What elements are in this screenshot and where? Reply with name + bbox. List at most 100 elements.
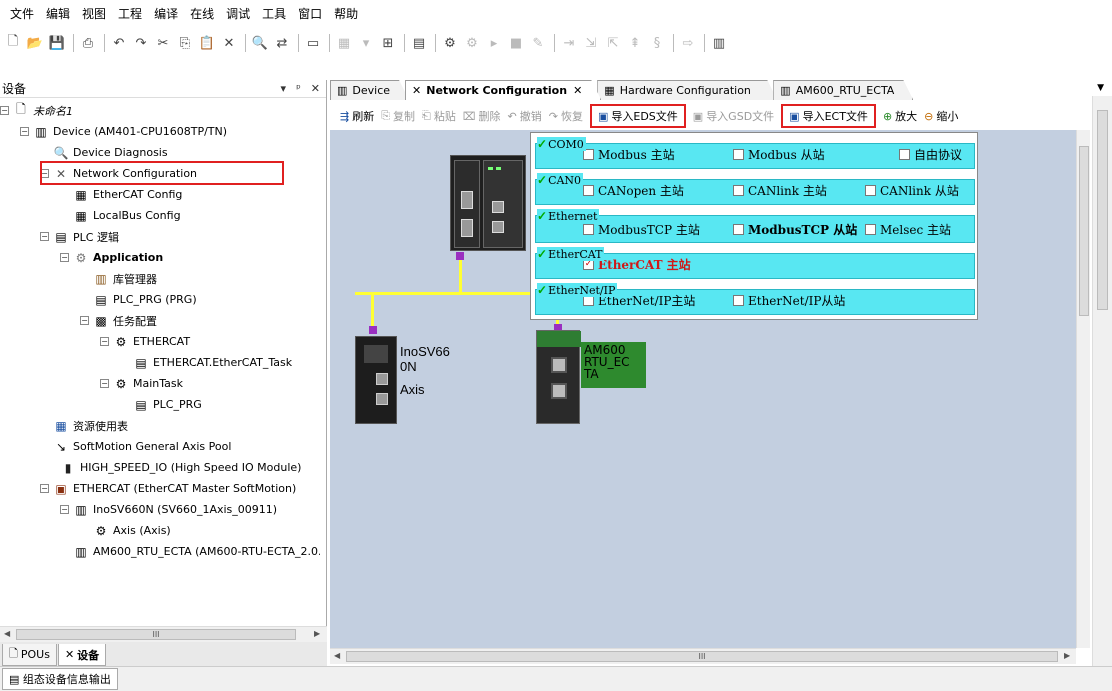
tree-node-device-diagnosis[interactable]: 🔍 Device Diagnosis bbox=[53, 142, 168, 163]
menu-project[interactable]: 工程 bbox=[112, 0, 148, 28]
tab-list-dropdown-icon[interactable]: ▼ bbox=[1097, 83, 1104, 93]
option-canlink-slave[interactable]: CANlink 从站 bbox=[865, 182, 959, 199]
tree-node-axis[interactable]: ⚙ Axis (Axis) bbox=[93, 520, 171, 541]
find-icon[interactable]: 🔍 bbox=[250, 33, 270, 53]
rtu-device[interactable] bbox=[536, 330, 581, 424]
insert-icon[interactable]: ▦ bbox=[334, 33, 354, 53]
option-free-protocol[interactable]: 自由协议 bbox=[899, 146, 962, 163]
paste-icon[interactable]: 📋 bbox=[197, 33, 217, 53]
pane-dropdown-icon[interactable]: ▾ bbox=[281, 82, 287, 95]
option-modbustcp-slave[interactable]: ModbusTCP 从站 bbox=[733, 221, 857, 238]
tree-node-resource-table[interactable]: ▦ 资源使用表 bbox=[53, 415, 128, 436]
checkbox[interactable] bbox=[733, 295, 744, 306]
network-canvas[interactable]: InoSV66 0N Axis AM600 RTU_EC TA ✓ COM0 Mo… bbox=[330, 130, 1076, 648]
checkbox[interactable] bbox=[733, 185, 744, 196]
option-ethernet-ip-slave[interactable]: EtherNet/IP从站 bbox=[733, 292, 845, 309]
tree-node-library-manager[interactable]: ▥ 库管理器 bbox=[93, 268, 157, 289]
checkbox[interactable] bbox=[733, 149, 744, 160]
checkbox[interactable] bbox=[865, 185, 876, 196]
scroll-right-icon[interactable]: ▶ bbox=[1064, 651, 1070, 660]
tree-node-localbus-config[interactable]: ▦ LocalBus Config bbox=[73, 205, 180, 226]
collapse-icon[interactable]: − bbox=[0, 106, 9, 115]
open-project-icon[interactable]: 📂 bbox=[25, 33, 45, 53]
checkbox[interactable] bbox=[583, 185, 594, 196]
tree-node-am600-rtu[interactable]: ▥ AM600_RTU_ECTA (AM600-RTU-ECTA_2.0.6.0… bbox=[73, 541, 320, 562]
tree-node-project[interactable]: − 🗋 未命名1 bbox=[0, 100, 73, 121]
tree-node-ethercat-task-call[interactable]: ▤ ETHERCAT.EtherCAT_Task bbox=[133, 352, 292, 373]
tree-node-high-speed-io[interactable]: ▮ HIGH_SPEED_IO (High Speed IO Module) bbox=[60, 457, 302, 478]
tree-node-task-config[interactable]: − ▩ 任务配置 bbox=[80, 310, 157, 331]
option-canopen-master[interactable]: CANopen 主站 bbox=[583, 182, 684, 199]
menu-build[interactable]: 编译 bbox=[148, 0, 184, 28]
step-over-icon[interactable]: ⇥ bbox=[559, 33, 579, 53]
tree-node-ethercat-config[interactable]: ▦ EtherCAT Config bbox=[73, 184, 182, 205]
tab-am600-rtu-ecta[interactable]: ▥ AM600_RTU_ECTA bbox=[773, 80, 913, 100]
import-eds-button[interactable]: ▣ 导入EDS文件 bbox=[589, 104, 686, 128]
option-modbustcp-master[interactable]: ModbusTCP 主站 bbox=[583, 221, 700, 238]
step-out-icon[interactable]: ⇱ bbox=[603, 33, 623, 53]
tree-node-ethercat-master[interactable]: − ▣ ETHERCAT (EtherCAT Master SoftMotion… bbox=[40, 478, 296, 499]
cut-icon[interactable]: ✂ bbox=[153, 33, 173, 53]
pointer-icon[interactable]: ⇨ bbox=[678, 33, 698, 53]
option-canlink-master[interactable]: CANlink 主站 bbox=[733, 182, 827, 199]
tree-node-maintask-call[interactable]: ▤ PLC_PRG bbox=[133, 394, 201, 415]
tab-device[interactable]: ▥ Device bbox=[330, 80, 409, 100]
menu-edit[interactable]: 编辑 bbox=[40, 0, 76, 28]
checkbox[interactable] bbox=[583, 224, 594, 235]
window-icon[interactable]: ▭ bbox=[303, 33, 323, 53]
tree-node-maintask[interactable]: − ⚙ MainTask bbox=[100, 373, 183, 394]
tab-network-configuration[interactable]: ✕ Network Configuration ✕ bbox=[405, 80, 601, 100]
redo-button[interactable]: ↷ 恢复 bbox=[549, 108, 583, 124]
import-gsd-button[interactable]: ▣ 导入GSD文件 bbox=[693, 108, 774, 124]
tree-node-inosv660n[interactable]: − ▥ InoSV660N (SV660_1Axis_00911) bbox=[60, 499, 277, 520]
new-project-icon[interactable]: 🗋 bbox=[3, 33, 23, 53]
stop-icon[interactable]: ■ bbox=[506, 33, 526, 53]
collapse-icon[interactable]: − bbox=[100, 379, 109, 388]
dropdown-icon[interactable]: ▾ bbox=[356, 33, 376, 53]
collapse-icon[interactable]: − bbox=[100, 337, 109, 346]
scroll-thumb[interactable] bbox=[1097, 110, 1108, 310]
menu-window[interactable]: 窗口 bbox=[292, 0, 328, 28]
tab-pous[interactable]: 🗋 POUs bbox=[2, 644, 57, 666]
servo-drive-device[interactable] bbox=[355, 336, 397, 424]
logout-icon[interactable]: ⚙ bbox=[462, 33, 482, 53]
option-modbus-master[interactable]: Modbus 主站 bbox=[583, 146, 675, 163]
collapse-icon[interactable]: − bbox=[20, 127, 29, 136]
canvas-vertical-scrollbar[interactable] bbox=[1076, 130, 1090, 648]
pin-icon[interactable]: ᵖ bbox=[296, 82, 301, 95]
scroll-right-icon[interactable]: ▶ bbox=[314, 629, 320, 638]
menu-tools[interactable]: 工具 bbox=[256, 0, 292, 28]
reset-icon[interactable]: ✎ bbox=[528, 33, 548, 53]
collapse-icon[interactable]: − bbox=[40, 232, 49, 241]
scroll-thumb[interactable]: III bbox=[346, 651, 1058, 662]
undo-button[interactable]: ↶ 撤销 bbox=[508, 108, 542, 124]
import-ect-button[interactable]: ▣ 导入ECT文件 bbox=[781, 104, 876, 128]
tree-node-application[interactable]: − ⚙ Application bbox=[60, 247, 163, 268]
save-icon[interactable]: 💾 bbox=[47, 33, 67, 53]
close-pane-icon[interactable]: ✕ bbox=[311, 82, 320, 95]
close-tab-icon[interactable]: ✕ bbox=[573, 84, 582, 97]
zoom-out-button[interactable]: ⊖ 缩小 bbox=[924, 108, 958, 124]
delete-icon[interactable]: ✕ bbox=[219, 33, 239, 53]
add-object-icon[interactable]: ⊞ bbox=[378, 33, 398, 53]
refresh-button[interactable]: ⇶ 刷新 bbox=[340, 108, 374, 124]
watch-icon[interactable]: § bbox=[647, 33, 667, 53]
build-icon[interactable]: ▤ bbox=[409, 33, 429, 53]
menu-view[interactable]: 视图 bbox=[76, 0, 112, 28]
collapse-icon[interactable]: − bbox=[60, 253, 69, 262]
tab-hardware-configuration[interactable]: ▦ Hardware Configuration bbox=[597, 80, 777, 100]
menu-help[interactable]: 帮助 bbox=[328, 0, 364, 28]
tree-node-plc-prg[interactable]: ▤ PLC_PRG (PRG) bbox=[93, 289, 196, 310]
tree-node-axis-pool[interactable]: ↘ SoftMotion General Axis Pool bbox=[53, 436, 231, 457]
undo-icon[interactable]: ↶ bbox=[109, 33, 129, 53]
editor-vertical-scrollbar[interactable] bbox=[1092, 96, 1112, 666]
device-scan-icon[interactable]: ▥ bbox=[709, 33, 729, 53]
scroll-left-icon[interactable]: ◀ bbox=[334, 651, 340, 660]
collapse-icon[interactable]: − bbox=[60, 505, 69, 514]
option-melsec-master[interactable]: Melsec 主站 bbox=[865, 221, 951, 238]
zoom-in-button[interactable]: ⊕ 放大 bbox=[883, 108, 917, 124]
copy-icon[interactable]: ⎘ bbox=[175, 33, 195, 53]
redo-icon[interactable]: ↷ bbox=[131, 33, 151, 53]
plc-device[interactable] bbox=[450, 155, 526, 251]
delete-button[interactable]: ⌧ 删除 bbox=[463, 108, 501, 124]
